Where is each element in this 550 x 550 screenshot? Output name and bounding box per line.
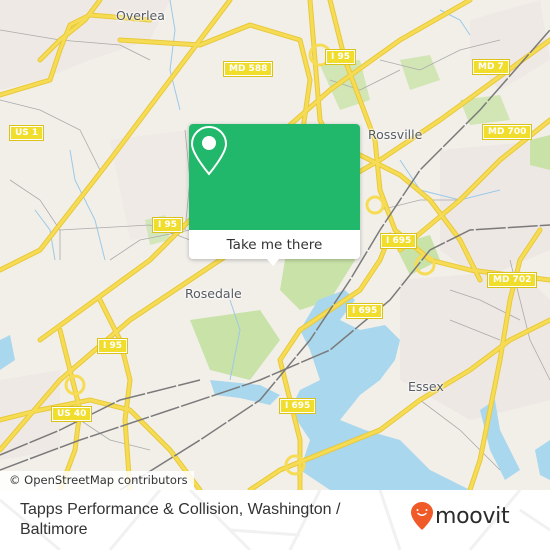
route-shield-us1: US 1 xyxy=(8,125,45,141)
moovit-logo[interactable]: moovit xyxy=(410,501,510,531)
popup-header xyxy=(189,124,360,230)
moovit-pin-icon xyxy=(411,502,433,530)
place-label-essex: Essex xyxy=(408,379,444,394)
take-me-there-button[interactable]: Take me there xyxy=(189,230,360,259)
place-label-rosedale: Rosedale xyxy=(185,286,242,301)
popup-tail xyxy=(266,258,280,266)
route-shield-md702: MD 702 xyxy=(486,272,538,288)
route-shield-md588: MD 588 xyxy=(222,61,274,77)
route-shield-i95: I 95 xyxy=(96,338,129,354)
map-attribution[interactable]: © OpenStreetMap contributors xyxy=(0,471,194,490)
route-shield-i695: I 695 xyxy=(345,303,384,319)
route-shield-i95: I 95 xyxy=(324,49,357,65)
route-shield-i695: I 695 xyxy=(379,233,418,249)
route-shield-i695: I 695 xyxy=(278,398,317,414)
route-shield-md7: MD 7 xyxy=(472,59,510,75)
place-label-rossville: Rossville xyxy=(368,127,423,142)
route-shield-md700: MD 700 xyxy=(481,124,533,140)
location-popup: Take me there xyxy=(189,124,360,266)
map-view[interactable]: Overlea Rossville Rosedale Essex MD 588 … xyxy=(0,0,550,490)
footer: Tapps Performance & Collision, Washingto… xyxy=(0,490,550,550)
place-label-overlea: Overlea xyxy=(116,8,165,23)
route-shield-us40: US 40 xyxy=(50,406,93,422)
place-title: Tapps Performance & Collision, Washingto… xyxy=(20,501,341,538)
moovit-wordmark: moovit xyxy=(435,503,510,529)
map-pin-icon xyxy=(190,125,228,176)
route-shield-i95: I 95 xyxy=(151,217,184,233)
